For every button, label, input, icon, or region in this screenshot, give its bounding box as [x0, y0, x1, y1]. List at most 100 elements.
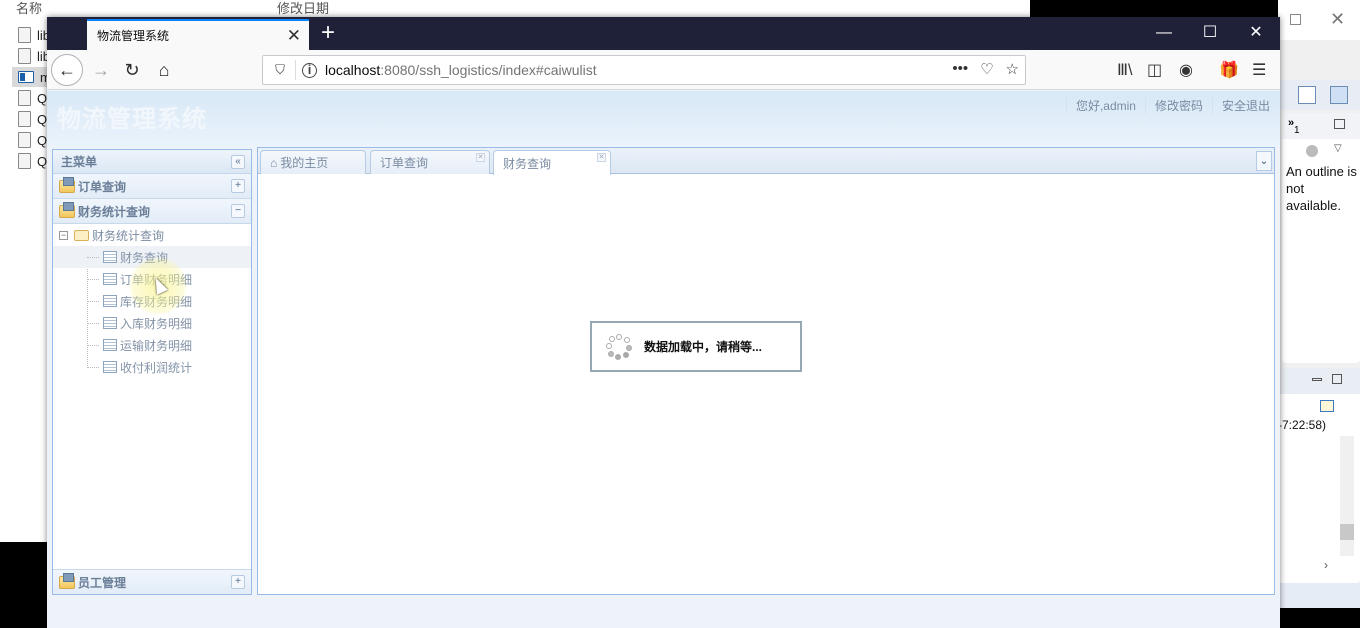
- file-icon: [18, 90, 31, 106]
- outline-icon: [1306, 145, 1318, 157]
- navigation-toolbar: ← → ↻ ⌂ ⛉ i localhost :8080/ssh_logistic…: [47, 50, 1280, 90]
- column-header-name[interactable]: 名称: [16, 0, 42, 17]
- close-tab-icon[interactable]: ✕: [597, 153, 606, 162]
- tree-item-stock-finance-detail[interactable]: 库存财务明细: [53, 290, 251, 312]
- sidebar-header: 主菜单 «: [53, 150, 251, 174]
- back-button[interactable]: ←: [51, 54, 83, 86]
- loading-spinner-icon: [606, 333, 632, 360]
- accordion-label: 财务统计查询: [78, 204, 151, 219]
- accordion-staff-management[interactable]: 员工管理 +: [53, 569, 251, 594]
- app-title: 物流管理系统: [57, 106, 207, 133]
- close-tab-icon[interactable]: ✕: [476, 153, 485, 162]
- file-item[interactable]: m: [12, 67, 52, 87]
- tab-finance-query[interactable]: 财务查询 ✕: [493, 150, 611, 175]
- logout-link[interactable]: 安全退出: [1211, 97, 1270, 114]
- browser-tab-title: 物流管理系统: [97, 29, 170, 43]
- maximize-window-button[interactable]: ☐: [1190, 22, 1230, 44]
- console-panel-header: [1278, 368, 1360, 394]
- file-item[interactable]: Q: [18, 130, 47, 150]
- tree-item-transport-finance-detail[interactable]: 运输财务明细: [53, 334, 251, 356]
- close-icon[interactable]: ✕: [1330, 9, 1345, 30]
- forward-button[interactable]: →: [85, 54, 117, 86]
- bookmark-star-icon[interactable]: ☆: [1006, 60, 1019, 78]
- scrollbar-thumb[interactable]: [1340, 524, 1354, 540]
- folder-icon: [59, 176, 75, 193]
- browser-tab[interactable]: 物流管理系统 ✕: [87, 19, 309, 50]
- home-button[interactable]: ⌂: [148, 54, 180, 86]
- main-content-panel: ⌂ 我的主页 订单查询 ✕ 财务查询 ✕ ⌄ 数据加载中，请稍等...: [257, 147, 1275, 595]
- tree-root-node[interactable]: − 财务统计查询: [53, 224, 251, 246]
- tab-label: 我的主页: [280, 156, 329, 170]
- close-tab-icon[interactable]: ✕: [287, 26, 301, 46]
- reload-button[interactable]: ↻: [116, 54, 148, 86]
- view-menu-icon[interactable]: ▽: [1334, 143, 1342, 154]
- tree-root-label: 财务统计查询: [92, 228, 165, 243]
- user-greeting-link[interactable]: 您好,admin: [1065, 97, 1145, 114]
- open-folder-icon: [74, 229, 89, 241]
- new-tab-button[interactable]: +: [315, 19, 341, 47]
- account-icon[interactable]: ◉: [1179, 60, 1193, 80]
- whats-new-gift-icon[interactable]: 🎁: [1219, 60, 1239, 80]
- maximize-view-icon[interactable]: [1334, 119, 1345, 129]
- open-perspective-icon[interactable]: [1298, 86, 1316, 104]
- page-icon: [103, 295, 117, 307]
- browser-titlebar: 物流管理系统 ✕ + — ☐ ✕: [47, 17, 1280, 50]
- column-header-modified[interactable]: 修改日期: [277, 0, 329, 17]
- scroll-right-icon[interactable]: ›: [1324, 558, 1328, 572]
- tree-item-finance-query[interactable]: 财务查询: [53, 246, 251, 268]
- accordion-label: 员工管理: [78, 575, 127, 590]
- file-item[interactable]: lib: [18, 25, 50, 45]
- console-vertical-scrollbar[interactable]: [1340, 436, 1354, 556]
- file-item[interactable]: lib: [18, 46, 50, 66]
- folder-icon: [59, 572, 75, 589]
- tree-item-label: 库存财务明细: [120, 294, 193, 309]
- library-icon[interactable]: Ⅲ\: [1117, 60, 1132, 80]
- file-icon: [18, 27, 31, 43]
- console-panel: -7:22:58) ›: [1278, 368, 1360, 583]
- tabs-dropdown-icon[interactable]: ⌄: [1256, 151, 1272, 171]
- accordion-finance-stats[interactable]: 财务统计查询 −: [53, 199, 251, 224]
- tree-item-label: 入库财务明细: [120, 316, 193, 331]
- loading-dialog: 数据加载中，请稍等...: [590, 321, 802, 372]
- tree-item-profit-stats[interactable]: 收付利润统计: [53, 356, 251, 378]
- page-actions-icon[interactable]: •••: [952, 60, 968, 78]
- sidebar-menu: 主菜单 « 订单查询 + 财务统计查询 − − 财务统计查询 财务查询 订单财务…: [52, 149, 252, 595]
- expand-icon[interactable]: +: [231, 179, 245, 193]
- minimize-window-button[interactable]: —: [1144, 22, 1184, 44]
- minimize-view-icon[interactable]: [1312, 378, 1322, 381]
- tree-collapse-icon[interactable]: −: [59, 230, 68, 240]
- tracking-protection-shield-icon[interactable]: ⛉: [271, 62, 289, 78]
- content-tabs-bar: ⌂ 我的主页 订单查询 ✕ 财务查询 ✕ ⌄: [258, 148, 1274, 175]
- background-eclipse-window: ✕ » 1 ▽ An outline is not available. -7:…: [1278, 0, 1360, 608]
- outline-panel-header: » 1: [1282, 113, 1360, 139]
- menu-hamburger-icon[interactable]: ☰: [1252, 60, 1266, 80]
- pocket-icon[interactable]: ♡: [980, 60, 993, 78]
- file-icon: [18, 153, 31, 169]
- outline-message: An outline is not available.: [1286, 164, 1357, 213]
- file-item[interactable]: Q: [18, 109, 47, 129]
- new-console-icon[interactable]: [1320, 400, 1334, 412]
- file-icon: [18, 48, 31, 64]
- maximize-view-icon[interactable]: [1332, 374, 1342, 384]
- file-item[interactable]: Q: [18, 151, 47, 171]
- collapse-icon[interactable]: −: [231, 204, 245, 218]
- address-bar[interactable]: ⛉ i localhost :8080/ssh_logistics/index#…: [262, 55, 1026, 85]
- site-info-icon[interactable]: i: [302, 62, 317, 78]
- maximize-icon[interactable]: [1290, 14, 1301, 25]
- java-ee-perspective-icon[interactable]: [1330, 86, 1348, 104]
- eclipse-status-strip: [1278, 583, 1360, 608]
- accordion-order-query[interactable]: 订单查询 +: [53, 174, 251, 199]
- tab-home[interactable]: ⌂ 我的主页: [260, 150, 366, 174]
- tab-order-query[interactable]: 订单查询 ✕: [370, 150, 490, 174]
- file-item[interactable]: Q: [18, 88, 47, 108]
- file-icon: [18, 111, 31, 127]
- close-window-button[interactable]: ✕: [1236, 22, 1276, 44]
- tree-item-inbound-finance-detail[interactable]: 入库财务明细: [53, 312, 251, 334]
- header-links: 您好,admin 修改密码 安全退出: [1065, 97, 1270, 114]
- change-password-link[interactable]: 修改密码: [1144, 97, 1212, 114]
- collapse-sidebar-icon[interactable]: «: [231, 155, 245, 169]
- app-file-icon: [18, 71, 34, 83]
- expand-icon[interactable]: +: [231, 575, 245, 589]
- outline-panel: » 1 ▽ An outline is not available.: [1282, 113, 1360, 363]
- sidebar-icon[interactable]: ◫: [1147, 60, 1162, 80]
